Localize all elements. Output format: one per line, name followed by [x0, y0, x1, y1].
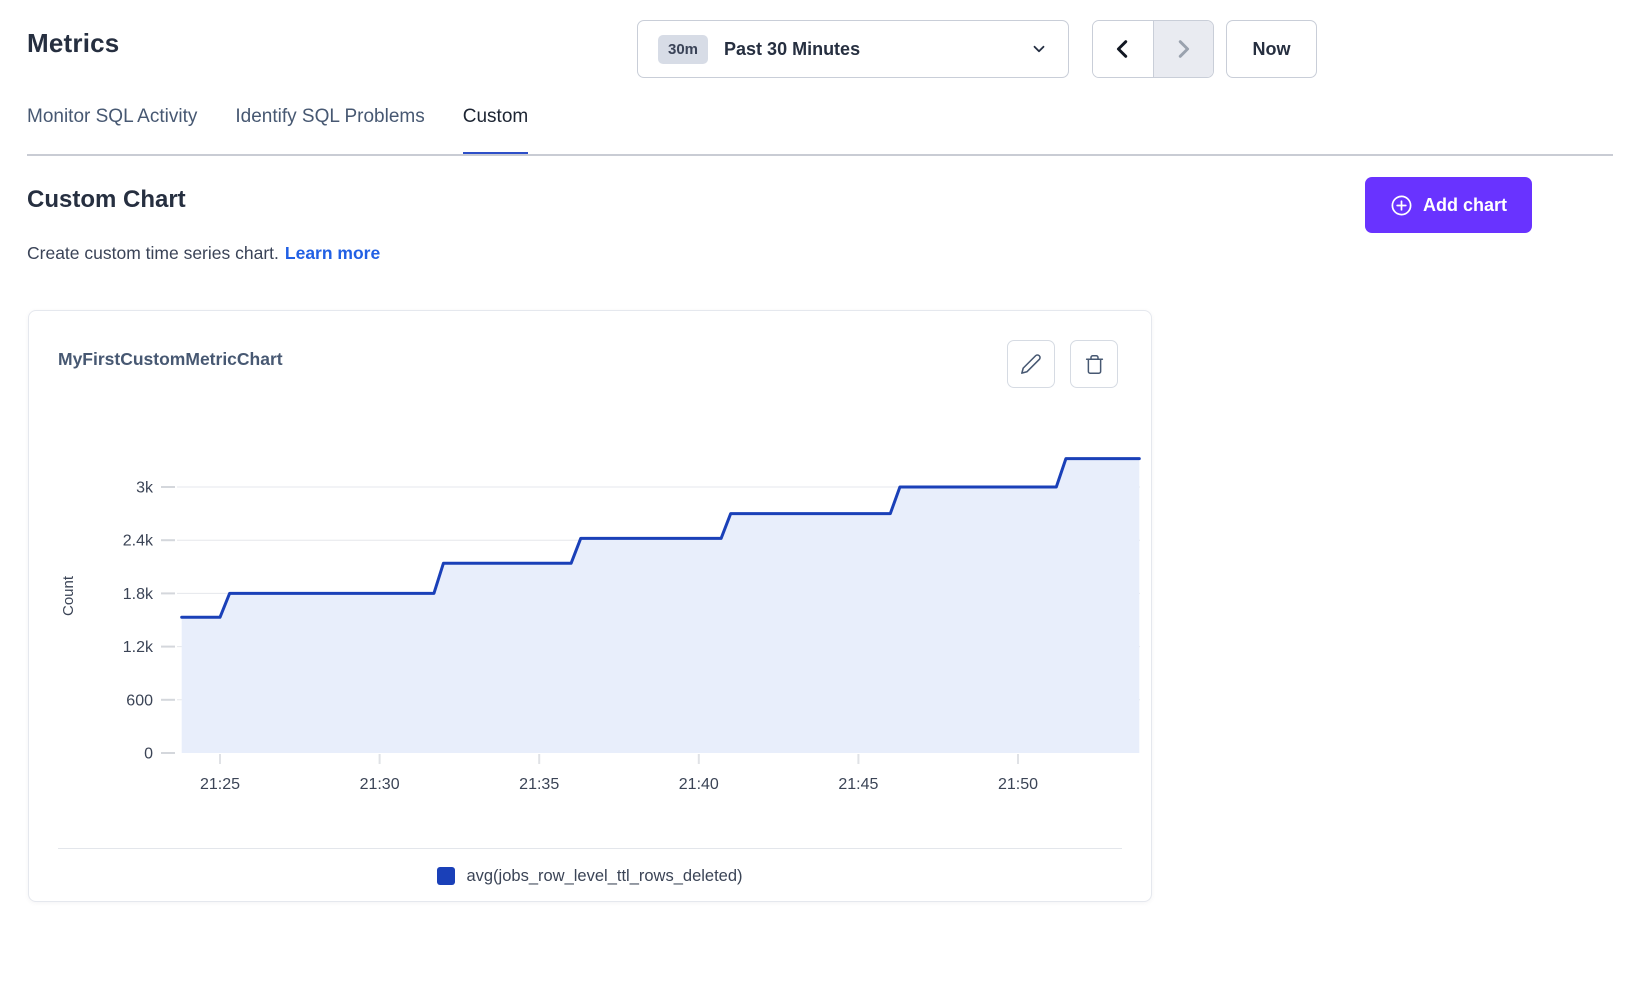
chart-actions [1007, 340, 1118, 388]
delete-chart-button[interactable] [1070, 340, 1118, 388]
chevron-right-icon [1172, 38, 1194, 60]
svg-text:21:50: 21:50 [998, 776, 1038, 793]
next-time-button[interactable] [1153, 21, 1214, 77]
time-range-label: Past 30 Minutes [724, 39, 860, 60]
tab-monitor-sql-activity[interactable]: Monitor SQL Activity [27, 104, 197, 156]
edit-chart-button[interactable] [1007, 340, 1055, 388]
svg-text:2.4k: 2.4k [123, 533, 154, 550]
time-step-buttons [1092, 20, 1214, 78]
prev-time-button[interactable] [1093, 21, 1153, 77]
subtitle-text: Create custom time series chart. [27, 243, 279, 263]
section-subtitle: Create custom time series chart. Learn mo… [27, 243, 380, 264]
add-chart-button[interactable]: Add chart [1365, 177, 1532, 233]
pencil-icon [1020, 353, 1042, 375]
tabs-divider [27, 154, 1613, 156]
tab-custom[interactable]: Custom [463, 104, 528, 156]
svg-text:21:25: 21:25 [200, 776, 240, 793]
time-series-chart[interactable]: 0 600 1.2k 1.8k 2.4k 3k 21:25 21:30 21:35 21:40 21… [29, 401, 1153, 821]
svg-text:21:45: 21:45 [838, 776, 878, 793]
page-title: Metrics [27, 28, 119, 59]
trash-icon [1084, 354, 1105, 375]
now-button[interactable]: Now [1226, 20, 1317, 78]
section-title: Custom Chart [27, 186, 186, 214]
svg-text:21:30: 21:30 [360, 776, 400, 793]
svg-text:1.8k: 1.8k [123, 586, 154, 603]
legend-item[interactable]: avg(jobs_row_level_ttl_rows_deleted) [437, 867, 742, 886]
legend-label: avg(jobs_row_level_ttl_rows_deleted) [466, 867, 742, 886]
learn-more-link[interactable]: Learn more [285, 243, 380, 263]
time-range-badge: 30m [658, 35, 708, 64]
svg-text:21:40: 21:40 [679, 776, 719, 793]
svg-text:1.2k: 1.2k [123, 639, 154, 656]
time-range-picker[interactable]: 30m Past 30 Minutes [637, 20, 1069, 78]
legend-swatch [437, 867, 455, 885]
chart-legend: avg(jobs_row_level_ttl_rows_deleted) [29, 849, 1151, 903]
chevron-left-icon [1112, 38, 1134, 60]
chevron-down-icon [1030, 40, 1048, 58]
svg-text:21:35: 21:35 [519, 776, 559, 793]
add-chart-label: Add chart [1423, 195, 1507, 216]
chart-title: MyFirstCustomMetricChart [58, 349, 283, 370]
tab-bar: Monitor SQL Activity Identify SQL Proble… [27, 104, 528, 156]
plus-circle-icon [1390, 194, 1413, 217]
svg-text:3k: 3k [136, 480, 154, 497]
svg-text:600: 600 [126, 692, 153, 709]
tab-identify-sql-problems[interactable]: Identify SQL Problems [235, 104, 424, 156]
svg-text:0: 0 [144, 746, 153, 763]
custom-chart-card: MyFirstCustomMetricChart 0 600 1.2k 1.8k 2.4… [28, 310, 1152, 902]
metrics-page: Metrics 30m Past 30 Minutes Now Monitor … [0, 0, 1650, 982]
svg-text:Count: Count [60, 575, 77, 616]
